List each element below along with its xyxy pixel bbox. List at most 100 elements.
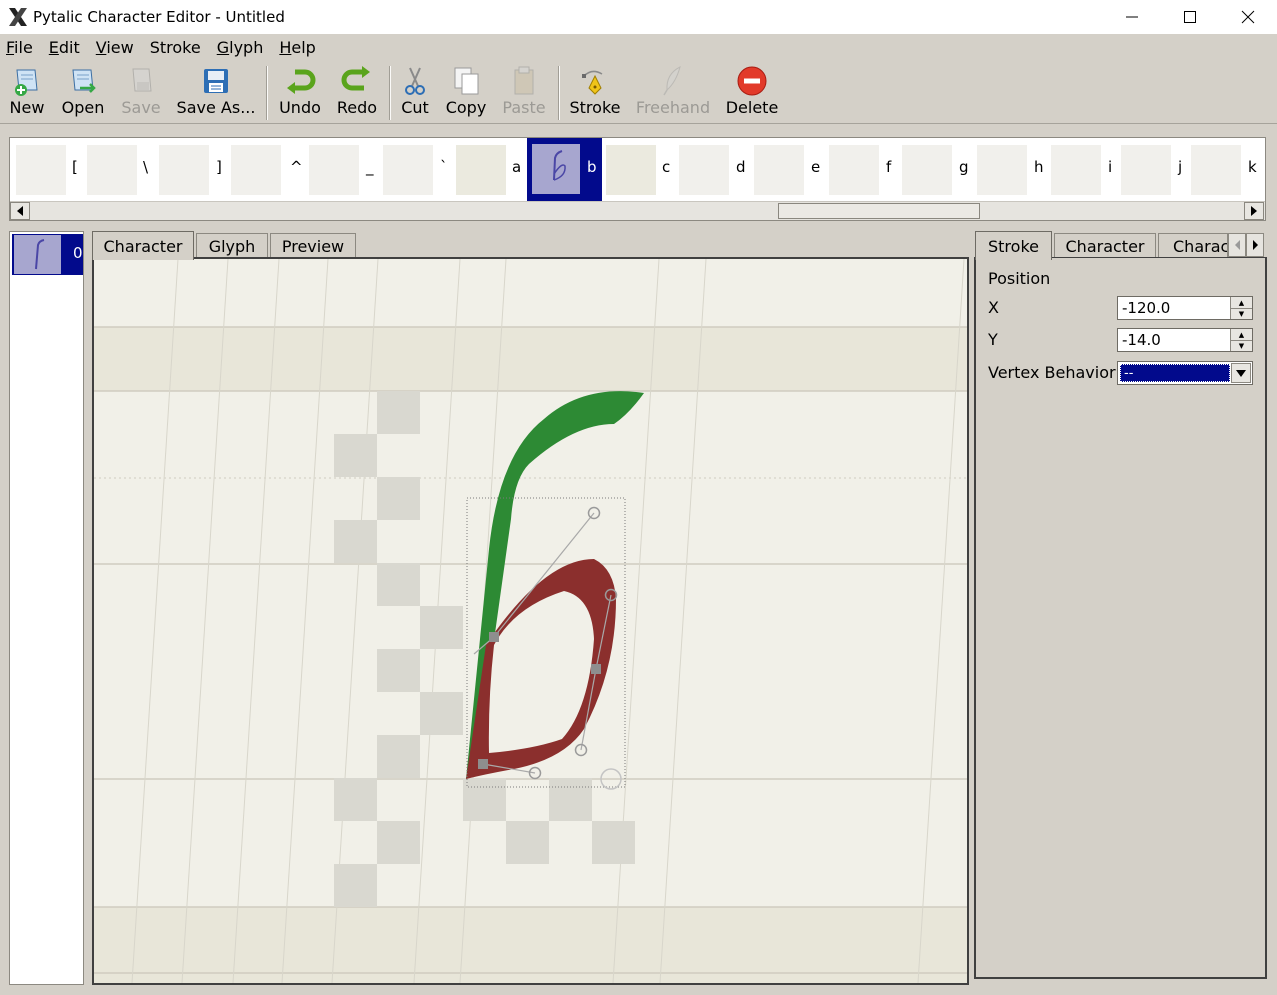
stroke-list: 0 [9, 231, 84, 985]
glyph-strip: [ \ ] ^ _ ` a b c d e f g h i j k [9, 137, 1266, 221]
paste-label: Paste [502, 98, 546, 117]
tab-preview[interactable]: Preview [270, 233, 356, 259]
tab-scroll-right[interactable] [1246, 233, 1264, 257]
glyph-cell[interactable] [309, 145, 359, 195]
copy-button[interactable]: Copy [444, 64, 488, 122]
tab-character[interactable]: Character [92, 231, 194, 260]
glyph-label: b [587, 158, 597, 176]
save-button[interactable]: Save [119, 64, 163, 122]
chevron-down-icon[interactable] [1231, 363, 1251, 383]
glyph-cell[interactable] [16, 145, 66, 195]
glyph-cell[interactable] [679, 145, 729, 195]
glyph-label: ^ [290, 158, 303, 176]
title-bar: Pytalic Character Editor - Untitled [0, 0, 1277, 34]
glyph-label: ] [216, 158, 222, 176]
drawing-canvas[interactable] [92, 257, 969, 985]
menu-bar: File Edit View Stroke Glyph Help [0, 34, 1277, 60]
glyph-cell[interactable] [606, 145, 656, 195]
tab-glyph[interactable]: Glyph [196, 233, 268, 259]
menu-glyph[interactable]: Glyph [217, 38, 264, 57]
save-as-label: Save As... [176, 98, 256, 117]
glyph-cell[interactable] [977, 145, 1027, 195]
menu-help[interactable]: Help [279, 38, 315, 57]
undo-button[interactable]: Undo [278, 64, 322, 122]
delete-label: Delete [725, 98, 779, 117]
glyph-label: h [1034, 158, 1044, 176]
glyph-cell[interactable] [383, 145, 433, 195]
vertex-behavior-select[interactable]: -- [1117, 361, 1253, 385]
glyph-label: [ [72, 158, 78, 176]
canvas-drawing[interactable] [94, 259, 967, 983]
minimize-button[interactable] [1103, 0, 1161, 34]
close-button[interactable] [1219, 0, 1277, 34]
paste-button[interactable]: Paste [502, 64, 546, 122]
glyph-cell[interactable] [87, 145, 137, 195]
glyph-label: ` [440, 158, 448, 176]
redo-icon [341, 66, 370, 91]
arrow-right-icon [1251, 206, 1257, 216]
maximize-button[interactable] [1161, 0, 1219, 34]
paste-icon [514, 66, 534, 95]
stroke-properties-panel: Position X -120.0 ▲ ▼ Y -14.0 ▲ ▼ Vertex… [974, 257, 1267, 979]
scrollbar-thumb[interactable] [778, 203, 980, 219]
delete-button[interactable]: Delete [726, 64, 778, 122]
glyph-cell[interactable] [159, 145, 209, 195]
spin-up-icon[interactable]: ▲ [1231, 329, 1252, 340]
stroke-button[interactable]: Stroke [568, 64, 622, 122]
menu-file[interactable]: File [6, 38, 33, 57]
save-as-button[interactable]: Save As... [176, 64, 256, 122]
feather-icon [663, 66, 681, 96]
spin-up-icon[interactable]: ▲ [1231, 297, 1252, 308]
new-button[interactable]: New [6, 64, 48, 122]
glyph-cell[interactable] [1051, 145, 1101, 195]
tab-scroll-left[interactable] [1228, 233, 1246, 257]
toolbar-separator [266, 66, 268, 120]
vertex-behavior-value: -- [1120, 364, 1230, 382]
arrow-left-icon [17, 206, 23, 216]
menu-edit[interactable]: Edit [49, 38, 80, 57]
menu-view[interactable]: View [96, 38, 134, 57]
glyph-cell[interactable] [456, 145, 506, 195]
scroll-left-button[interactable] [10, 202, 30, 220]
glyph-cell[interactable] [1191, 145, 1241, 195]
arrow-left-icon [1234, 240, 1240, 250]
glyph-cell[interactable] [829, 145, 879, 195]
x-stepper[interactable]: ▲ ▼ [1230, 297, 1252, 319]
scissors-icon [405, 67, 425, 95]
glyph-cell-selected[interactable]: b [527, 138, 602, 201]
y-label: Y [988, 330, 998, 349]
freehand-label: Freehand [635, 98, 711, 117]
y-spinbox[interactable]: -14.0 ▲ ▼ [1117, 328, 1253, 352]
save-as-icon [204, 69, 228, 93]
save-label: Save [121, 98, 161, 117]
cut-label: Cut [401, 98, 429, 117]
glyph-cell[interactable] [902, 145, 952, 195]
open-button[interactable]: Open [60, 64, 106, 122]
glyph-thumbnail [532, 144, 580, 194]
glyph-cell[interactable] [1121, 145, 1171, 195]
glyph-b-icon [553, 150, 566, 181]
toolbar-separator [558, 66, 560, 120]
stroke-index: 0 [73, 244, 83, 262]
cut-button[interactable]: Cut [398, 64, 432, 122]
tab-stroke[interactable]: Stroke [975, 231, 1052, 260]
open-document-icon [72, 69, 96, 93]
glyph-cell[interactable] [231, 145, 281, 195]
undo-label: Undo [279, 98, 321, 117]
spin-down-icon[interactable]: ▼ [1231, 340, 1252, 351]
redo-button[interactable]: Redo [336, 64, 378, 122]
scroll-right-button[interactable] [1244, 202, 1264, 220]
freehand-button[interactable]: Freehand [636, 64, 710, 122]
glyph-cell[interactable] [754, 145, 804, 195]
spin-down-icon[interactable]: ▼ [1231, 308, 1252, 319]
tab-panel-character[interactable]: Character [1054, 233, 1156, 259]
y-stepper[interactable]: ▲ ▼ [1230, 329, 1252, 351]
x-spinbox[interactable]: -120.0 ▲ ▼ [1117, 296, 1253, 320]
tab-panel-charac[interactable]: Charac [1158, 233, 1228, 259]
glyph-label: e [811, 158, 821, 176]
stroke-label: Stroke [569, 98, 621, 117]
menu-stroke[interactable]: Stroke [150, 38, 201, 57]
x-label: X [988, 298, 999, 317]
glyph-strip-scrollbar[interactable] [10, 201, 1265, 220]
stroke-list-item[interactable]: 0 [12, 234, 83, 275]
